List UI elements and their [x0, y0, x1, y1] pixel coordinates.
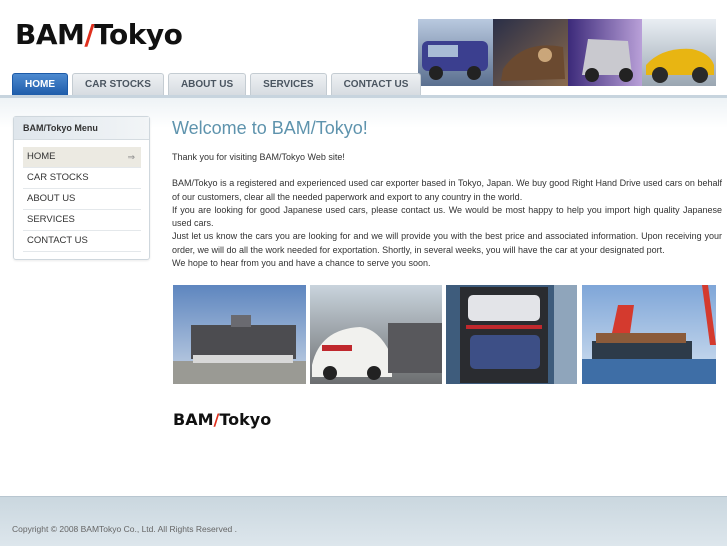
tab-services[interactable]: SERVICES: [250, 73, 327, 96]
sidebar-item-contact-us[interactable]: CONTACT US: [23, 231, 141, 252]
sidebar-item-services[interactable]: SERVICES: [23, 210, 141, 231]
site-logo[interactable]: BAM/Tokyo: [15, 18, 183, 51]
banner-car-photo-1: [418, 19, 493, 86]
tab-contact-us[interactable]: CONTACT US: [330, 73, 422, 96]
paragraph-1: BAM/Tokyo is a registered and experience…: [172, 178, 722, 202]
sidebar-item-label: SERVICES: [27, 214, 75, 225]
intro-text: Thank you for visiting BAM/Tokyo Web sit…: [172, 152, 345, 162]
sidebar-item-home[interactable]: HOME ⇒: [23, 147, 141, 168]
banner-car-photo-4: [642, 19, 716, 86]
photo-car-carrier-ship: [173, 285, 306, 384]
sidebar-item-label: CONTACT US: [27, 235, 88, 246]
arrow-right-icon: ⇒: [127, 152, 135, 162]
paragraph-2: If you are looking for good Japanese use…: [172, 204, 722, 229]
photo-container-ship: [582, 285, 716, 384]
photo-car-in-container: [446, 285, 577, 384]
sidebar-item-label: HOME: [27, 151, 56, 162]
sidebar-item-about-us[interactable]: ABOUT US: [23, 189, 141, 210]
sidebar-item-label: CAR STOCKS: [27, 172, 89, 183]
footer: Copyright © 2008 BAMTokyo Co., Ltd. All …: [0, 496, 727, 546]
page-title: Welcome to BAM/Tokyo!: [172, 118, 368, 138]
photo-cars-in-yard: [310, 285, 442, 384]
sidebar-menu: BAM/Tokyo Menu HOME ⇒ CAR STOCKS ABOUT US…: [13, 116, 150, 260]
tab-car-stocks[interactable]: CAR STOCKS: [72, 73, 164, 96]
photo-strip: [173, 285, 716, 384]
banner-car-photo-3: [568, 19, 642, 86]
sidebar-item-label: ABOUT US: [27, 193, 76, 204]
footer-logo[interactable]: BAM/Tokyo: [173, 410, 271, 429]
paragraph-3: Just let us know the cars you are lookin…: [172, 231, 722, 255]
copyright-text: Copyright © 2008 BAMTokyo Co., Ltd. All …: [12, 524, 238, 534]
banner-car-photo-2: [493, 19, 568, 86]
main-content: Welcome to BAM/Tokyo! Thank you for visi…: [172, 118, 722, 270]
paragraph-4: We hope to hear from you and have a chan…: [172, 258, 431, 269]
tab-home[interactable]: HOME: [12, 73, 68, 96]
main-nav: HOME CAR STOCKS ABOUT US SERVICES CONTAC…: [12, 73, 422, 96]
tab-about-us[interactable]: ABOUT US: [167, 73, 247, 96]
sidebar-item-car-stocks[interactable]: CAR STOCKS: [23, 168, 141, 189]
header-banner: [418, 19, 716, 86]
sidebar-title: BAM/Tokyo Menu: [14, 117, 149, 140]
sidebar-list: HOME ⇒ CAR STOCKS ABOUT US SERVICES CONTA…: [23, 147, 141, 252]
